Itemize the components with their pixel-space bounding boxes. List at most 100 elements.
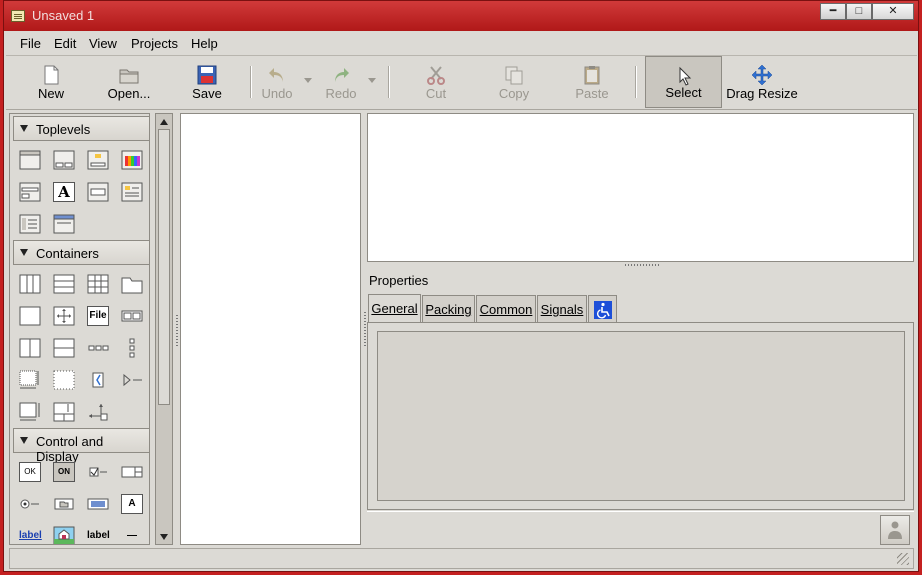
accel-label-icon[interactable]: — F1 [121, 526, 143, 544]
tab-general[interactable]: General [368, 294, 421, 324]
scrollbar-thumb[interactable] [158, 129, 170, 405]
toolbar-widget-icon[interactable] [121, 306, 143, 326]
tab-packing[interactable]: Packing [422, 295, 475, 323]
paste-button[interactable]: Paste [568, 56, 616, 108]
menu-view[interactable]: View [89, 36, 117, 51]
window-title: Unsaved 1 [32, 8, 95, 23]
open-button[interactable]: Open... [101, 56, 157, 108]
tab-signals[interactable]: Signals [537, 295, 587, 323]
file-chooser-button-icon[interactable] [53, 494, 75, 514]
event-box-icon[interactable] [53, 402, 75, 422]
file-chooser-dialog-icon[interactable] [19, 182, 41, 202]
undo-label: Undo [261, 86, 293, 101]
image-icon[interactable] [53, 526, 75, 545]
open-label: Open... [107, 86, 151, 101]
vbox-icon[interactable] [53, 274, 75, 294]
scrolled-window-icon[interactable] [87, 370, 109, 390]
drag-resize-label: Drag Resize [726, 86, 798, 101]
hbutton-box-icon[interactable] [87, 338, 109, 358]
window-icon[interactable] [19, 150, 41, 170]
menu-bar-widget-icon[interactable]: File [87, 306, 109, 326]
menu-edit[interactable]: Edit [54, 36, 76, 51]
menu-projects[interactable]: Projects [131, 36, 178, 51]
table-icon[interactable] [87, 274, 109, 294]
save-button[interactable]: Save [182, 56, 232, 108]
select-tool-button[interactable]: Select [645, 56, 722, 108]
undo-dropdown-icon[interactable] [304, 78, 312, 83]
font-button-icon[interactable]: A [121, 494, 143, 514]
resize-grip[interactable] [897, 553, 909, 565]
palette-group-containers[interactable]: Containers [13, 240, 149, 265]
grid-layout-icon[interactable] [53, 370, 75, 390]
menu-help[interactable]: Help [191, 36, 218, 51]
palette-group-toplevels[interactable]: Toplevels [13, 116, 149, 141]
vpaned-icon[interactable] [53, 338, 75, 358]
spin-button-icon[interactable] [121, 462, 143, 482]
label-icon[interactable]: label [87, 526, 110, 544]
scroll-up-icon[interactable] [160, 119, 168, 125]
font-selection-icon[interactable]: A [53, 182, 75, 202]
input-dialog-icon[interactable] [87, 182, 109, 202]
cut-button[interactable]: Cut [414, 56, 458, 108]
notebook-icon[interactable] [121, 274, 143, 294]
check-button-icon[interactable] [87, 462, 109, 482]
app-icon [11, 10, 25, 22]
clear-property-button[interactable] [880, 515, 910, 545]
expander-icon [20, 437, 28, 444]
maximize-button[interactable]: □ [846, 3, 872, 20]
button-widget-icon[interactable]: OK [19, 462, 41, 482]
pane-splitter-handle[interactable] [625, 264, 660, 266]
tab-common[interactable]: Common [476, 295, 536, 323]
menu-file[interactable]: File [20, 36, 41, 51]
close-button[interactable]: ✕ [872, 3, 914, 20]
move-arrows-icon [751, 64, 773, 86]
save-disk-icon [197, 65, 217, 85]
redo-label: Redo [325, 86, 357, 101]
message-dialog-icon[interactable] [87, 150, 109, 170]
menu-bar: File Edit View Projects Help [6, 31, 917, 56]
cut-label: Cut [425, 86, 447, 101]
copy-icon [505, 66, 523, 85]
vbutton-box-icon[interactable] [121, 338, 143, 358]
expander-widget-icon[interactable] [121, 370, 143, 390]
pane-splitter-handle[interactable] [176, 315, 178, 347]
title-bar[interactable]: Unsaved 1 ━ □ ✕ [4, 1, 918, 31]
fixed-icon[interactable] [53, 306, 75, 326]
drag-resize-button[interactable]: Drag Resize [724, 56, 800, 108]
redo-button[interactable]: Redo [320, 56, 362, 108]
plug-window-icon[interactable] [53, 214, 75, 234]
person-icon [888, 521, 902, 539]
expander-icon [20, 249, 28, 256]
palette-scrollbar[interactable] [155, 113, 173, 545]
widget-tree-view[interactable] [180, 113, 361, 545]
dialog-icon[interactable] [53, 150, 75, 170]
toggle-button-icon[interactable]: ON [53, 462, 75, 482]
design-canvas[interactable] [367, 113, 914, 262]
palette-group-control-and-display[interactable]: Control and Display [13, 428, 149, 464]
frame-icon[interactable] [19, 306, 41, 326]
copy-label: Copy [498, 86, 530, 101]
palette-group-label: Control and Display [36, 434, 104, 464]
link-button-icon[interactable]: label [19, 526, 42, 544]
color-selection-icon[interactable] [121, 150, 143, 170]
redo-dropdown-icon[interactable] [368, 78, 376, 83]
entry-icon[interactable] [87, 494, 109, 514]
assistant-icon[interactable] [19, 214, 41, 234]
about-dialog-icon[interactable] [121, 182, 143, 202]
radio-button-icon[interactable] [19, 494, 41, 514]
tab-accessibility[interactable] [588, 295, 617, 323]
status-bar [9, 548, 914, 569]
minimize-button[interactable]: ━ [820, 3, 846, 20]
select-label: Select [665, 85, 702, 100]
hpaned-icon[interactable] [19, 338, 41, 358]
alignment-icon[interactable] [19, 402, 41, 422]
new-label: New [37, 86, 64, 101]
aspect-frame-icon[interactable] [87, 402, 109, 422]
pane-splitter-handle[interactable] [364, 312, 366, 347]
hbox-icon[interactable] [19, 274, 41, 294]
scroll-down-icon[interactable] [160, 534, 168, 540]
copy-button[interactable]: Copy [491, 56, 537, 108]
undo-button[interactable]: Undo [256, 56, 298, 108]
new-button[interactable]: New [26, 56, 76, 108]
layout-icon[interactable] [19, 370, 41, 390]
